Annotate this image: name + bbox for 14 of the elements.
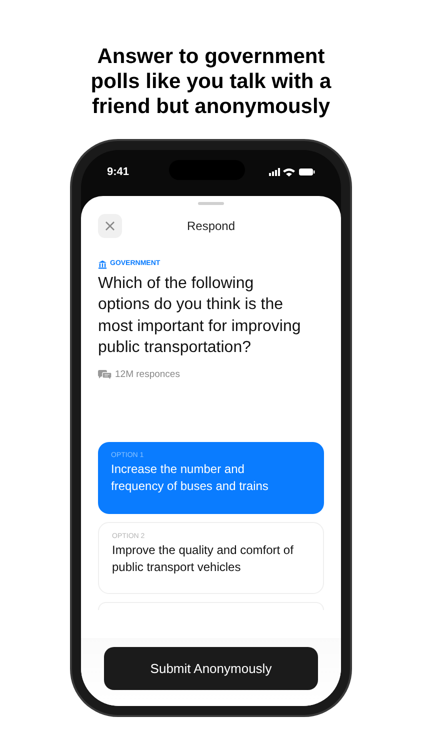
headline: Answer to government polls like you talk with a friend but anonymously — [90, 44, 332, 119]
status-icons — [269, 167, 315, 177]
option-text: Increase the number and frequency of buses and trains — [111, 461, 270, 496]
sheet-grabber — [198, 202, 224, 205]
close-button[interactable] — [98, 214, 122, 238]
close-icon — [105, 221, 115, 231]
sheet-title: Respond — [186, 218, 236, 235]
responses-count: 12M responces — [115, 368, 180, 382]
chat-bubbles-icon — [98, 370, 112, 380]
status-time: 9:41 — [107, 164, 130, 180]
option-text: Improve the quality and comfort of public transport vehicles — [112, 542, 294, 576]
submit-button[interactable]: Submit Anonymously — [104, 647, 318, 690]
question-text: Which of the following options do you think is the most important for improving public transportation? — [98, 274, 302, 358]
bank-icon — [98, 260, 107, 269]
